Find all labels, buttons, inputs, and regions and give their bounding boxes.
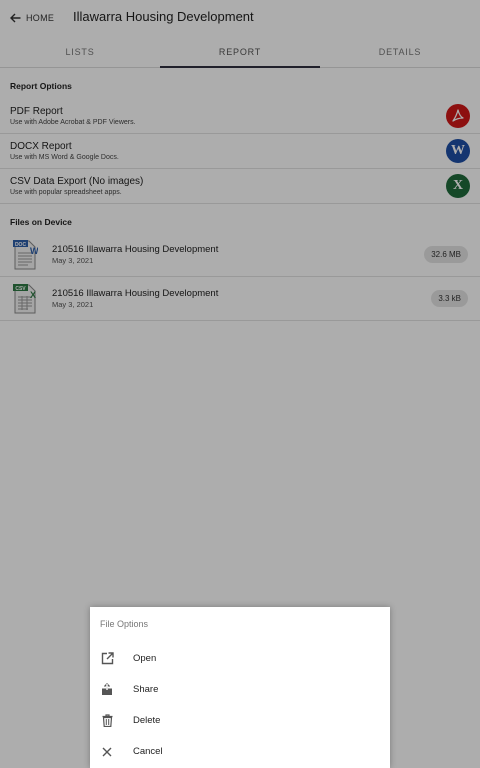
- share-option[interactable]: Share: [90, 674, 390, 705]
- cancel-option[interactable]: Cancel: [90, 736, 390, 767]
- share-label: Share: [133, 684, 159, 695]
- close-icon: [100, 745, 114, 759]
- open-label: Open: [133, 653, 157, 664]
- trash-icon: [100, 714, 114, 728]
- file-options-title: File Options: [100, 619, 149, 629]
- cancel-label: Cancel: [133, 746, 163, 757]
- open-option[interactable]: Open: [90, 643, 390, 674]
- delete-option[interactable]: Delete: [90, 705, 390, 736]
- delete-label: Delete: [133, 715, 161, 726]
- share-icon: [100, 683, 114, 697]
- file-options-sheet: File Options Open Share Delete Cancel: [90, 607, 390, 768]
- open-external-icon: [100, 652, 114, 666]
